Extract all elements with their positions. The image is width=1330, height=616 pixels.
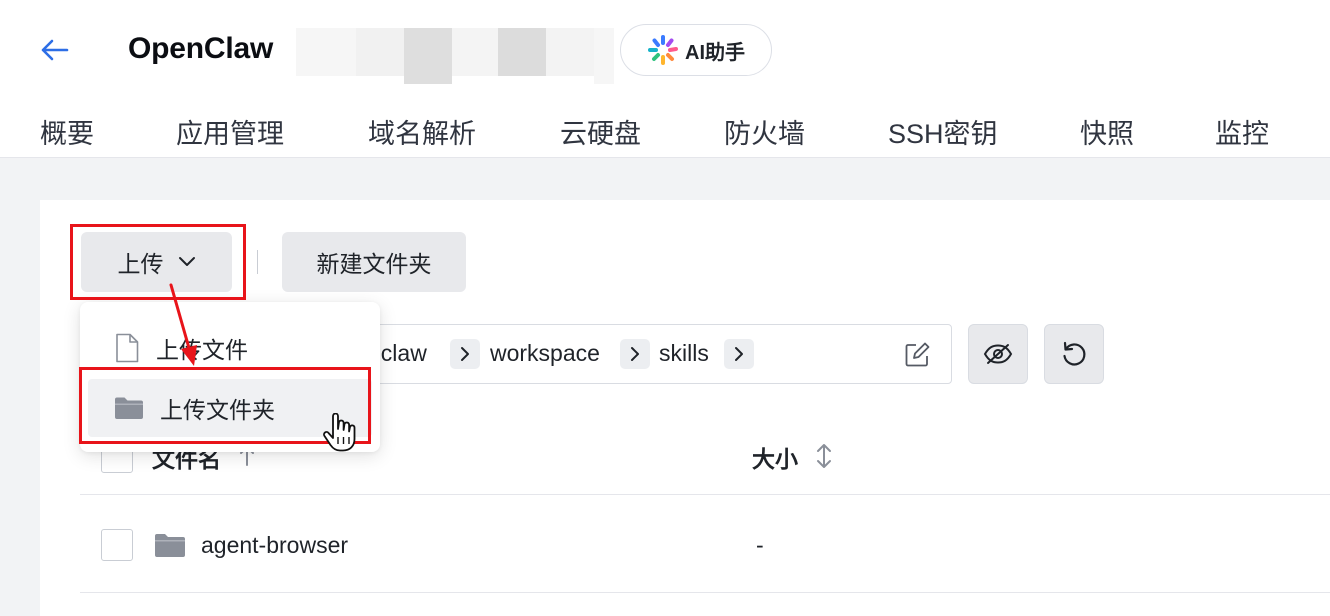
back-button[interactable]	[36, 32, 72, 68]
upload-button-label: 上传	[117, 251, 164, 277]
table-header-divider	[80, 494, 1330, 495]
upload-dropdown-menu: 上传文件 上传文件夹	[80, 302, 380, 452]
column-header-size[interactable]: 大小	[752, 440, 798, 474]
file-icon	[116, 333, 139, 363]
menu-item-label: 上传文件夹	[160, 397, 275, 423]
ai-sparkle-icon	[648, 35, 678, 65]
folder-icon	[155, 534, 185, 557]
new-folder-button[interactable]: 新建文件夹	[282, 232, 466, 292]
tab-overview[interactable]: 概要	[40, 112, 94, 151]
toolbar-divider	[257, 250, 258, 274]
menu-item-upload-file[interactable]: 上传文件	[88, 319, 372, 377]
row-filename[interactable]: agent-browser	[201, 532, 348, 559]
ai-assistant-label: AI助手	[685, 41, 745, 64]
page-title: OpenClaw	[128, 32, 274, 65]
toggle-hidden-files-button[interactable]	[968, 324, 1028, 384]
breadcrumb-segment[interactable]: workspace	[490, 340, 600, 367]
chevron-down-icon	[178, 257, 195, 266]
breadcrumb-segment[interactable]: skills	[659, 340, 709, 367]
tab-dns[interactable]: 域名解析	[368, 112, 476, 151]
menu-item-upload-folder[interactable]: 上传文件夹	[88, 379, 372, 437]
tab-snapshots[interactable]: 快照	[1080, 112, 1134, 151]
row-size: -	[756, 532, 764, 558]
ai-assistant-button[interactable]: AI助手	[620, 24, 772, 76]
table-row-divider	[80, 592, 1330, 593]
menu-item-label: 上传文件	[156, 337, 248, 363]
refresh-icon	[1063, 341, 1086, 366]
folder-icon	[115, 397, 143, 419]
tab-app-management[interactable]: 应用管理	[176, 112, 284, 151]
edit-path-button[interactable]	[902, 340, 932, 370]
tab-ssh-keys[interactable]: SSH密钥	[888, 112, 998, 151]
tab-firewall[interactable]: 防火墙	[724, 112, 805, 151]
row-checkbox[interactable]	[101, 529, 133, 561]
chevron-right-icon[interactable]	[724, 339, 754, 369]
eye-off-icon	[983, 344, 1013, 364]
upload-button[interactable]: 上传	[81, 232, 232, 292]
sort-icon[interactable]	[814, 442, 834, 470]
tab-cloud-disk[interactable]: 云硬盘	[560, 112, 641, 151]
edit-icon	[905, 342, 930, 367]
top-header: OpenClaw AI助手 概要 应用管理 域名解析 云硬盘 防火墙 SSH密钥…	[0, 0, 1330, 158]
arrow-left-icon	[41, 39, 69, 61]
tab-monitoring[interactable]: 监控	[1215, 112, 1269, 151]
chevron-right-icon[interactable]	[450, 339, 480, 369]
chevron-right-icon[interactable]	[620, 339, 650, 369]
refresh-button[interactable]	[1044, 324, 1104, 384]
